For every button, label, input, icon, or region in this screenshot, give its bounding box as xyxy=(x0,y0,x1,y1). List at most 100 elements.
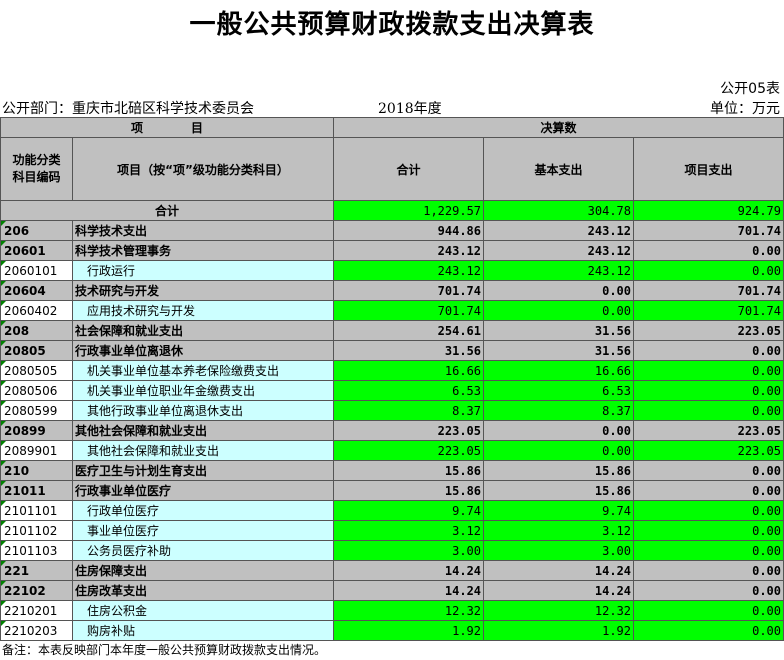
row-project: 0.00 xyxy=(633,380,784,401)
cell-marker-icon xyxy=(1,581,6,586)
row-code: 20899 xyxy=(0,420,73,441)
row-code: 2080599 xyxy=(0,400,73,421)
row-project: 701.74 xyxy=(633,300,784,321)
row-code-text: 2080505 xyxy=(4,363,58,378)
department-label: 公开部门：重庆市北碚区科学技术委员会 xyxy=(2,101,254,117)
row-code: 20805 xyxy=(0,340,73,361)
table-row: 208 社会保障和就业支出 254.61 31.56 223.05 xyxy=(0,320,784,341)
row-code-text: 2080599 xyxy=(4,403,58,418)
row-code-text: 2080506 xyxy=(4,383,58,398)
row-name: 应用技术研究与开发 xyxy=(71,300,335,321)
row-code-text: 22102 xyxy=(4,583,46,598)
row-code-text: 206 xyxy=(4,223,30,238)
cell-marker-icon xyxy=(1,301,6,306)
unit-label: 单位：万元 xyxy=(710,101,780,117)
table-row: 22102 住房改革支出 14.24 14.24 0.00 xyxy=(0,580,784,601)
row-code-text: 2101102 xyxy=(4,523,58,538)
row-total: 701.74 xyxy=(333,300,485,321)
row-total: 9.74 xyxy=(333,500,485,521)
cell-marker-icon xyxy=(1,261,6,266)
row-basic: 3.00 xyxy=(483,540,635,561)
row-total: 254.61 xyxy=(333,320,485,341)
row-project: 0.00 xyxy=(633,460,784,481)
row-name: 科学技术支出 xyxy=(71,220,335,241)
row-total: 16.66 xyxy=(333,360,485,381)
row-name: 科学技术管理事务 xyxy=(71,240,335,261)
row-basic: 243.12 xyxy=(483,240,635,261)
row-code-text: 2060402 xyxy=(4,303,58,318)
row-code: 210 xyxy=(0,460,73,481)
row-total: 14.24 xyxy=(333,560,485,581)
cell-marker-icon xyxy=(1,501,6,506)
row-code-text: 20604 xyxy=(4,283,46,298)
row-total: 15.86 xyxy=(333,480,485,501)
row-name: 社会保障和就业支出 xyxy=(71,320,335,341)
row-basic: 31.56 xyxy=(483,320,635,341)
header-final: 决算数 xyxy=(333,117,784,138)
row-total: 1.92 xyxy=(333,620,485,641)
table-row: 21011 行政事业单位医疗 15.86 15.86 0.00 xyxy=(0,480,784,501)
row-project: 0.00 xyxy=(633,500,784,521)
row-code-text: 2060101 xyxy=(4,263,58,278)
row-code: 22102 xyxy=(0,580,73,601)
row-code-text: 221 xyxy=(4,563,30,578)
table-row: 206 科学技术支出 944.86 243.12 701.74 xyxy=(0,220,784,241)
row-basic: 8.37 xyxy=(483,400,635,421)
row-code-text: 2101101 xyxy=(4,503,58,518)
row-project: 0.00 xyxy=(633,240,784,261)
row-code: 2101101 xyxy=(0,500,73,521)
cell-marker-icon xyxy=(1,441,6,446)
row-total: 3.00 xyxy=(333,540,485,561)
cell-marker-icon xyxy=(1,401,6,406)
header-total: 合计 xyxy=(333,137,485,201)
row-code: 2060402 xyxy=(0,300,73,321)
table-row: 20805 行政事业单位离退休 31.56 31.56 0.00 xyxy=(0,340,784,361)
row-name: 行政运行 xyxy=(71,260,335,281)
cell-marker-icon xyxy=(1,601,6,606)
row-name: 行政单位医疗 xyxy=(71,500,335,521)
row-name: 行政事业单位医疗 xyxy=(71,480,335,501)
table-row: 2101102 事业单位医疗 3.12 3.12 0.00 xyxy=(0,520,784,541)
table-row: 2080599 其他行政事业单位离退休支出 8.37 8.37 0.00 xyxy=(0,400,784,421)
row-total: 15.86 xyxy=(333,460,485,481)
row-project: 0.00 xyxy=(633,560,784,581)
cell-marker-icon xyxy=(1,381,6,386)
table-row: 2080506 机关事业单位职业年金缴费支出 6.53 6.53 0.00 xyxy=(0,380,784,401)
row-total: 243.12 xyxy=(333,240,485,261)
expenditure-table: 项 目 决算数 功能分类 科目编码 项目（按“项”级功能分类科目） 合计 基本支… xyxy=(0,117,784,641)
row-code-text: 20805 xyxy=(4,343,46,358)
row-code: 20601 xyxy=(0,240,73,261)
row-total: 6.53 xyxy=(333,380,485,401)
row-code: 206 xyxy=(0,220,73,241)
row-name: 公务员医疗补助 xyxy=(71,540,335,561)
row-name: 技术研究与开发 xyxy=(71,280,335,301)
row-basic: 15.86 xyxy=(483,480,635,501)
row-code: 221 xyxy=(0,560,73,581)
row-basic: 243.12 xyxy=(483,220,635,241)
report-year: 2018年度 xyxy=(378,101,442,117)
row-name: 行政事业单位离退休 xyxy=(71,340,335,361)
row-name: 住房改革支出 xyxy=(71,580,335,601)
row-basic: 15.86 xyxy=(483,460,635,481)
row-code: 21011 xyxy=(0,480,73,501)
row-project: 0.00 xyxy=(633,260,784,281)
row-project: 0.00 xyxy=(633,340,784,361)
row-code: 20604 xyxy=(0,280,73,301)
row-name: 机关事业单位职业年金缴费支出 xyxy=(71,380,335,401)
header-project: 项 目 xyxy=(0,117,335,138)
header-code: 功能分类 科目编码 xyxy=(0,137,73,201)
row-basic: 14.24 xyxy=(483,580,635,601)
row-basic: 3.12 xyxy=(483,520,635,541)
row-total: 223.05 xyxy=(333,440,485,461)
cell-marker-icon xyxy=(1,561,6,566)
row-project: 223.05 xyxy=(633,420,784,441)
row-code-text: 208 xyxy=(4,323,30,338)
row-code-text: 2101103 xyxy=(4,543,58,558)
cell-marker-icon xyxy=(1,421,6,426)
row-basic: 12.32 xyxy=(483,600,635,621)
cell-marker-icon xyxy=(1,541,6,546)
row-code-text: 210 xyxy=(4,463,30,478)
row-basic: 243.12 xyxy=(483,260,635,281)
cell-marker-icon xyxy=(1,281,6,286)
cell-marker-icon xyxy=(1,321,6,326)
